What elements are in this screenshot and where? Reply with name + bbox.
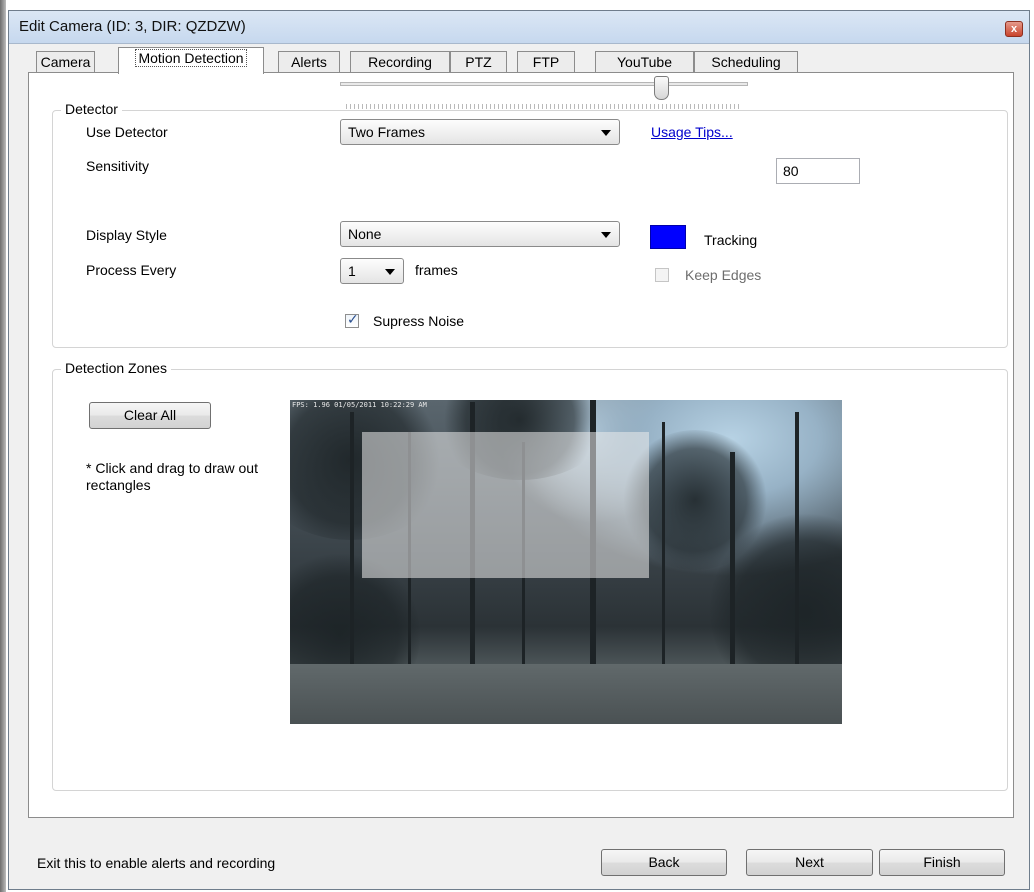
- tab-label: PTZ: [465, 54, 492, 70]
- select-value: Two Frames: [348, 124, 426, 140]
- preview-overlay-text: FPS: 1.96 01/05/2011 10:22:29 AM: [292, 401, 427, 409]
- display-style-label: Display Style: [86, 227, 167, 243]
- chevron-down-icon: [601, 130, 611, 136]
- use-detector-label: Use Detector: [86, 124, 168, 140]
- supress-noise-label: Supress Noise: [373, 313, 465, 329]
- select-value: None: [348, 226, 382, 242]
- tab-label: Motion Detection: [135, 49, 247, 67]
- process-every-label: Process Every: [86, 262, 177, 278]
- camera-preview[interactable]: FPS: 1.96 01/05/2011 10:22:29 AM: [290, 400, 842, 724]
- window-title: Edit Camera (ID: 3, DIR: QZDZW): [19, 18, 246, 35]
- frames-label: frames: [415, 262, 458, 278]
- tab-label: YouTube: [616, 54, 672, 70]
- chevron-down-icon: [601, 232, 611, 238]
- display-style-select[interactable]: None: [340, 221, 620, 247]
- sensitivity-slider-thumb[interactable]: [654, 76, 670, 100]
- group-title: Detector: [61, 101, 122, 117]
- sensitivity-slider-ticks: [346, 104, 742, 109]
- use-detector-select[interactable]: Two Frames: [340, 119, 620, 145]
- tab-ftp[interactable]: FTP: [517, 51, 575, 73]
- keep-edges-checkbox[interactable]: [655, 268, 669, 282]
- tab-youtube[interactable]: YouTube: [595, 51, 694, 73]
- group-title: Detection Zones: [61, 360, 171, 376]
- usage-tips-link[interactable]: Usage Tips...: [651, 124, 733, 140]
- clear-all-button[interactable]: Clear All: [89, 402, 211, 429]
- tree-trunk: [350, 412, 354, 672]
- next-button[interactable]: Next: [746, 849, 873, 876]
- status-text: Exit this to enable alerts and recording: [37, 855, 276, 871]
- finish-button[interactable]: Finish: [879, 849, 1005, 876]
- sensitivity-label: Sensitivity: [86, 158, 150, 174]
- tab-ptz[interactable]: PTZ: [450, 51, 507, 73]
- tree-trunk: [662, 422, 665, 672]
- detection-zone-rectangle[interactable]: [362, 432, 649, 578]
- sensitivity-value-field[interactable]: [777, 159, 859, 183]
- sensitivity-input[interactable]: [776, 158, 860, 184]
- tree-trunk: [730, 452, 735, 672]
- tab-label: Alerts: [291, 54, 327, 70]
- close-icon[interactable]: x: [1005, 21, 1023, 37]
- tab-label: Scheduling: [711, 54, 781, 70]
- keep-edges-label: Keep Edges: [685, 267, 762, 283]
- supress-noise-checkbox[interactable]: [345, 311, 359, 328]
- tree-trunk: [795, 412, 799, 672]
- select-value: 1: [348, 263, 356, 279]
- tracking-label: Tracking: [704, 232, 758, 248]
- back-button[interactable]: Back: [601, 849, 727, 876]
- desktop-edge: [0, 0, 6, 892]
- tracking-color-swatch[interactable]: [650, 225, 686, 249]
- tab-camera[interactable]: Camera: [36, 51, 95, 73]
- tab-scheduling[interactable]: Scheduling: [694, 51, 798, 73]
- zones-hint: * Click and drag to draw out rectangles: [86, 460, 258, 493]
- chevron-down-icon: [385, 269, 395, 275]
- process-every-select[interactable]: 1: [340, 258, 404, 284]
- tab-motion-detection[interactable]: Motion Detection: [118, 47, 264, 74]
- tab-label: FTP: [532, 54, 560, 70]
- tab-label: Recording: [368, 54, 432, 70]
- tab-alerts[interactable]: Alerts: [278, 51, 340, 73]
- sensitivity-slider-track[interactable]: [340, 82, 748, 86]
- tab-recording[interactable]: Recording: [350, 51, 450, 73]
- title-bar[interactable]: Edit Camera (ID: 3, DIR: QZDZW) x: [9, 11, 1029, 44]
- tab-label: Camera: [40, 54, 91, 70]
- ground: [290, 664, 842, 724]
